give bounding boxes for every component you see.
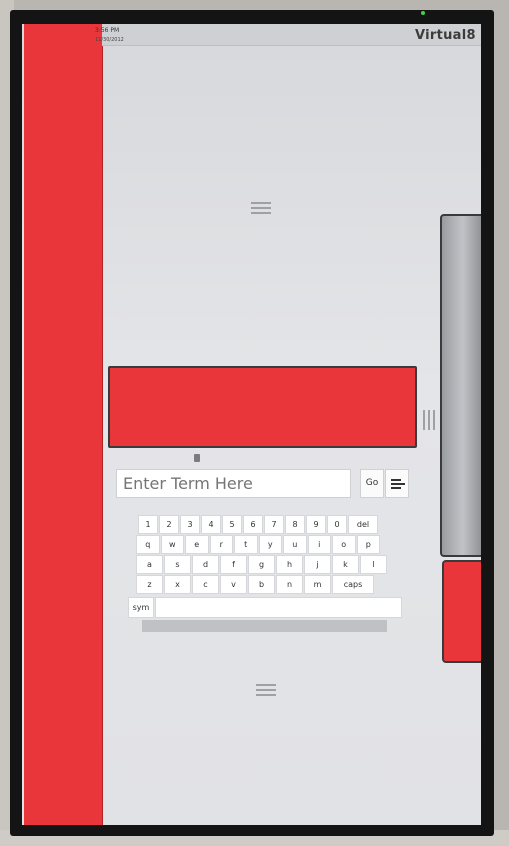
key-j[interactable]: j	[304, 555, 331, 574]
keyboard-row-home: asdfghjkl	[136, 555, 387, 574]
key-v[interactable]: v	[220, 575, 247, 594]
key-caps[interactable]: caps	[332, 575, 374, 594]
key-y[interactable]: y	[258, 535, 282, 554]
key-5[interactable]: 5	[222, 515, 242, 534]
key-1[interactable]: 1	[138, 515, 158, 534]
key-2[interactable]: 2	[159, 515, 179, 534]
right-red-panel[interactable]	[442, 560, 481, 663]
onscreen-keyboard: 1 2 3 4 5 6 7 8 9 0 del qwertyuiop asdfghjkl zxcvb…	[128, 515, 402, 625]
key-p[interactable]: p	[356, 535, 380, 554]
key-q[interactable]: q	[136, 535, 160, 554]
key-4[interactable]: 4	[201, 515, 221, 534]
key-7[interactable]: 7	[264, 515, 284, 534]
key-8[interactable]: 8	[285, 515, 305, 534]
key-3[interactable]: 3	[180, 515, 200, 534]
clock-time: 3:56 PM	[95, 27, 120, 34]
key-s[interactable]: s	[164, 555, 191, 574]
key-i[interactable]: i	[307, 535, 331, 554]
key-9[interactable]: 9	[306, 515, 326, 534]
menu-icon[interactable]	[385, 469, 409, 498]
key-m[interactable]: m	[304, 575, 331, 594]
key-a[interactable]: a	[136, 555, 163, 574]
top-grip-icon[interactable]	[251, 202, 271, 214]
search-input[interactable]	[116, 469, 351, 498]
key-w[interactable]: w	[160, 535, 184, 554]
key-n[interactable]: n	[276, 575, 303, 594]
key-k[interactable]: k	[332, 555, 359, 574]
key-l[interactable]: l	[360, 555, 387, 574]
power-led	[421, 11, 425, 15]
key-e[interactable]: e	[185, 535, 209, 554]
key-z[interactable]: z	[136, 575, 163, 594]
key-r[interactable]: r	[209, 535, 233, 554]
space-key[interactable]	[155, 597, 402, 618]
key-h[interactable]: h	[276, 555, 303, 574]
go-button[interactable]: Go	[360, 469, 384, 498]
keyboard-row-numbers: 1 2 3 4 5 6 7 8 9 0 del	[138, 515, 378, 534]
clock-date: 11/30/2012	[95, 37, 124, 43]
sym-key[interactable]: sym	[128, 597, 154, 618]
cursor-icon	[194, 454, 200, 462]
right-gray-panel[interactable]	[440, 214, 481, 557]
touch-screen: 3:56 PM 11/30/2012 Virtual8 Go 123456789…	[22, 24, 481, 825]
keyboard-row-qwerty: qwertyuiop	[136, 535, 380, 554]
key-c[interactable]: c	[192, 575, 219, 594]
key-del[interactable]: del	[348, 515, 378, 534]
app-brand: Virtual8	[415, 28, 476, 43]
key-f[interactable]: f	[220, 555, 247, 574]
key-g[interactable]: g	[248, 555, 275, 574]
bottom-grip-icon[interactable]	[256, 684, 276, 696]
key-x[interactable]: x	[164, 575, 191, 594]
left-red-panel[interactable]	[24, 24, 103, 825]
key-b[interactable]: b	[248, 575, 275, 594]
key-0[interactable]: 0	[327, 515, 347, 534]
key-t[interactable]: t	[234, 535, 258, 554]
side-grip-icon[interactable]	[423, 410, 435, 430]
keyboard-row-space: sym	[128, 597, 402, 618]
key-o[interactable]: o	[332, 535, 356, 554]
key-6[interactable]: 6	[243, 515, 263, 534]
key-u[interactable]: u	[283, 535, 307, 554]
key-d[interactable]: d	[192, 555, 219, 574]
center-red-panel[interactable]	[108, 366, 417, 448]
keyboard-row-bottom: z x c v b n m caps	[136, 575, 374, 594]
